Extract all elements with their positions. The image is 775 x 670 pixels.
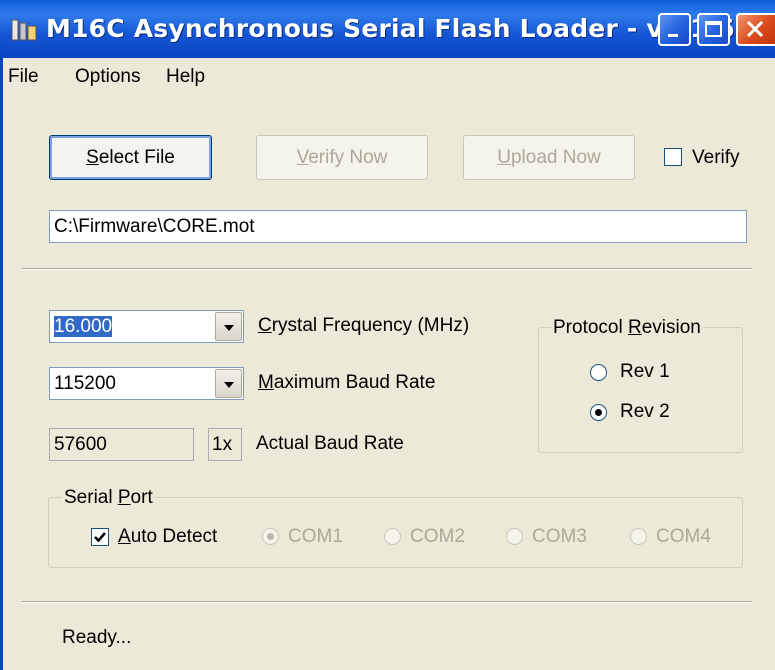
- upload-now-mnemonic: U: [497, 147, 511, 168]
- radio-selected-dot: [595, 409, 602, 416]
- close-button[interactable]: [736, 13, 775, 46]
- com2-radio[interactable]: [384, 528, 401, 545]
- radio-selected-dot: [267, 533, 274, 540]
- menu-file[interactable]: File: [8, 66, 39, 88]
- chevron-down-icon: [224, 325, 234, 331]
- baud-multiplier-field: 1x: [208, 428, 242, 461]
- baud-label-text: aximum Baud Rate: [273, 372, 436, 393]
- serial-mnemonic: P: [117, 487, 131, 508]
- rev2-radio[interactable]: [590, 404, 607, 421]
- crystal-frequency-select[interactable]: 16.000: [49, 310, 244, 343]
- divider-top: [22, 268, 752, 270]
- minimize-icon: [668, 34, 678, 37]
- com3-label[interactable]: COM3: [532, 526, 587, 548]
- close-icon: [746, 20, 764, 38]
- protocol-title-pre: Protocol: [553, 317, 628, 338]
- baud-mnemonic: M: [258, 372, 274, 393]
- com2-label[interactable]: COM2: [410, 526, 465, 548]
- protocol-mnemonic: R: [627, 317, 642, 338]
- serial-port-title: Serial Port: [62, 487, 155, 509]
- auto-detect-text: uto Detect: [130, 526, 218, 547]
- menu-help[interactable]: Help: [166, 66, 205, 88]
- verify-checkbox[interactable]: [664, 148, 682, 166]
- com1-radio[interactable]: [262, 528, 279, 545]
- com1-label[interactable]: COM1: [288, 526, 343, 548]
- file-path-field[interactable]: C:\Firmware\CORE.mot: [49, 210, 747, 243]
- select-file-button[interactable]: Select File: [49, 135, 212, 180]
- actual-baud-label: Actual Baud Rate: [256, 433, 404, 454]
- window-left-edge: [0, 58, 3, 670]
- com4-radio[interactable]: [630, 528, 647, 545]
- protocol-revision-title: Protocol Revision: [551, 317, 703, 339]
- title-bar[interactable]: M16C Asynchronous Serial Flash Loader - …: [0, 0, 775, 58]
- crystal-label-text: rystal Frequency (MHz): [271, 315, 470, 336]
- com4-label[interactable]: COM4: [656, 526, 711, 548]
- divider-bottom: [22, 601, 752, 603]
- maximize-button[interactable]: [697, 13, 730, 46]
- max-baud-value: 115200: [54, 373, 116, 394]
- auto-detect-mnemonic: A: [118, 526, 131, 547]
- upload-now-label: pload Now: [510, 147, 601, 168]
- protocol-title-post: evision: [641, 317, 701, 338]
- crystal-frequency-label: Crystal Frequency (MHz): [258, 315, 469, 337]
- serial-title-post: ort: [130, 487, 153, 508]
- menu-options[interactable]: Options: [75, 66, 140, 88]
- select-file-mnemonic: S: [86, 147, 99, 168]
- verify-now-button[interactable]: Verify Now: [256, 135, 428, 180]
- maximize-icon: [705, 21, 722, 37]
- baud-dropdown-button[interactable]: [215, 369, 242, 398]
- auto-detect-checkbox[interactable]: [91, 528, 109, 546]
- minimize-button[interactable]: [658, 13, 691, 46]
- serial-title-pre: Serial: [64, 487, 118, 508]
- rev1-label[interactable]: Rev 1: [620, 361, 670, 383]
- menu-bar: File Options Help: [0, 58, 775, 94]
- rev2-label[interactable]: Rev 2: [620, 401, 670, 423]
- status-text: Ready...: [62, 627, 132, 648]
- checkmark-icon: [94, 532, 106, 543]
- max-baud-select[interactable]: 115200: [49, 367, 244, 400]
- select-file-label: elect File: [98, 147, 175, 168]
- window-title: M16C Asynchronous Serial Flash Loader - …: [46, 14, 736, 43]
- verify-now-mnemonic: V: [296, 147, 309, 168]
- crystal-frequency-value: 16.000: [54, 316, 113, 337]
- chevron-down-icon: [224, 382, 234, 388]
- upload-now-button[interactable]: Upload Now: [463, 135, 635, 180]
- verify-now-label: erify Now: [308, 147, 388, 168]
- protocol-revision-group: [538, 327, 743, 453]
- auto-detect-label[interactable]: Auto Detect: [118, 526, 217, 548]
- com3-radio[interactable]: [506, 528, 523, 545]
- max-baud-label: Maximum Baud Rate: [258, 372, 435, 394]
- actual-baud-field: 57600: [49, 428, 194, 461]
- crystal-dropdown-button[interactable]: [215, 312, 242, 341]
- chip-app-icon: [11, 19, 37, 41]
- rev1-radio[interactable]: [590, 364, 607, 381]
- crystal-mnemonic: C: [258, 315, 272, 336]
- verify-checkbox-label[interactable]: Verify: [692, 147, 740, 169]
